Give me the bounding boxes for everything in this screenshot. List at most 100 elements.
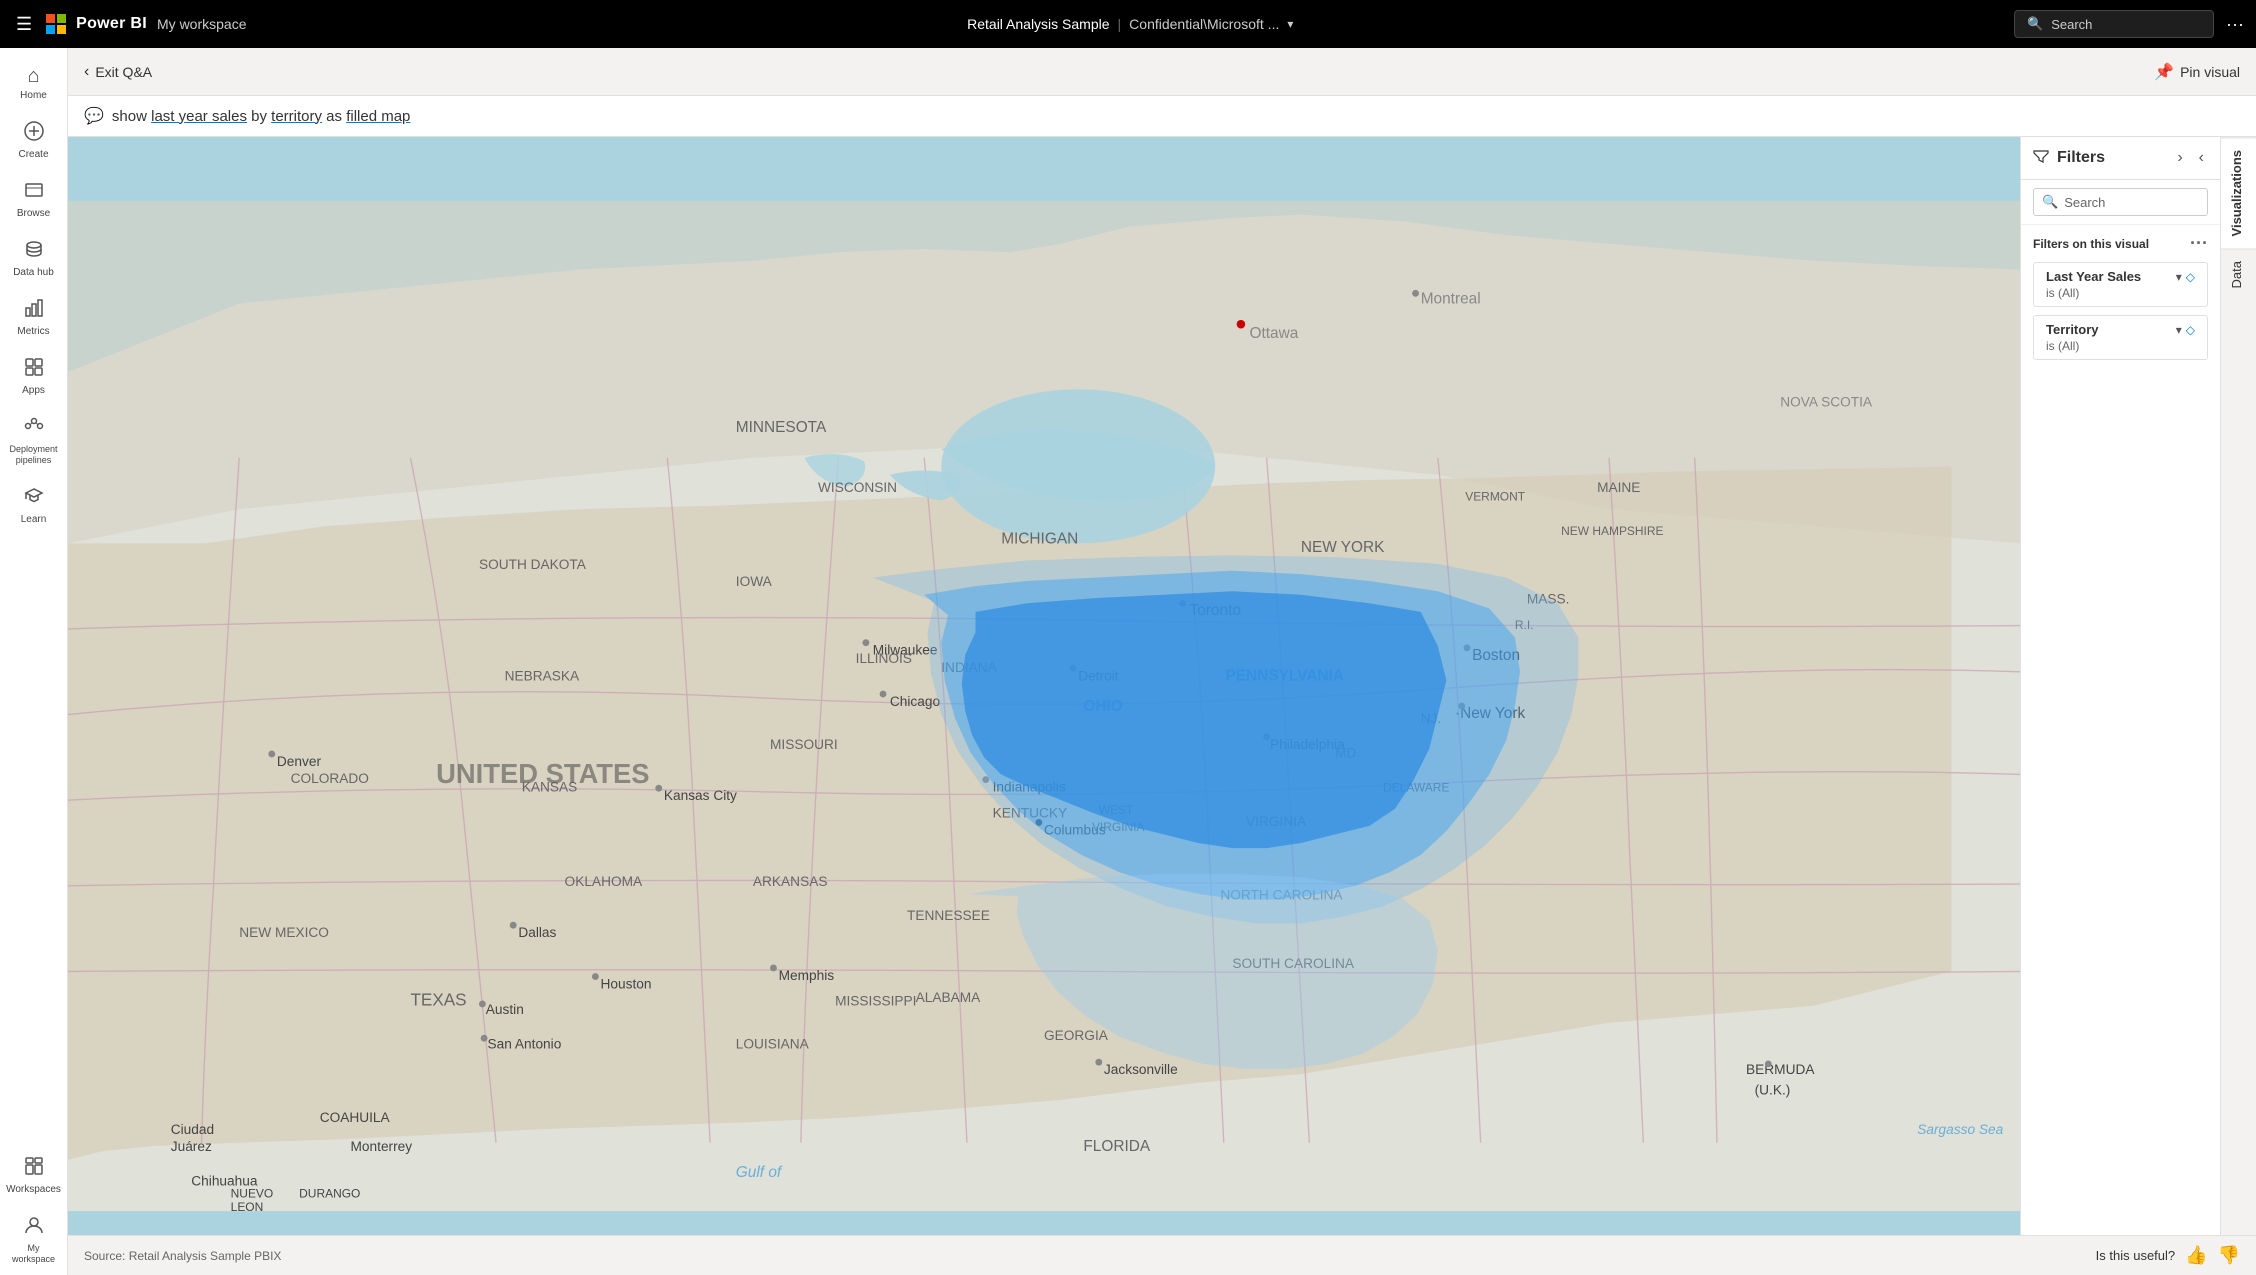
sidebar-item-workspaces[interactable]: Workspaces bbox=[0, 1146, 67, 1205]
filter-item-header-lys[interactable]: Last Year Sales ▾ ◇ bbox=[2046, 269, 2195, 284]
filter-icon bbox=[2033, 148, 2049, 169]
svg-text:TENNESSEE: TENNESSEE bbox=[907, 908, 990, 923]
svg-text:ALABAMA: ALABAMA bbox=[916, 990, 982, 1005]
sidebar-label-apps: Apps bbox=[22, 385, 45, 396]
filters-search-input[interactable]: 🔍 Search bbox=[2033, 188, 2208, 216]
visualizations-tab-label: Visualizations bbox=[2229, 150, 2244, 236]
workspace-label[interactable]: My workspace bbox=[157, 16, 246, 32]
sub-header: ‹ Exit Q&A 📌 Pin visual bbox=[68, 48, 2256, 96]
filter-chevron-lys[interactable]: ▾ bbox=[2176, 270, 2182, 284]
sidebar-item-home[interactable]: ⌂ Home bbox=[0, 56, 67, 111]
nav-left: ☰ Power BI My workspace bbox=[12, 10, 246, 39]
svg-text:(U.K.): (U.K.) bbox=[1755, 1083, 1791, 1098]
filter-value-lys: is (All) bbox=[2046, 286, 2195, 300]
filter-chevron-territory[interactable]: ▾ bbox=[2176, 323, 2182, 337]
qa-highlight-sales: last year sales bbox=[151, 108, 247, 125]
pin-visual-button[interactable]: 📌 Pin visual bbox=[2154, 62, 2240, 82]
filter-clear-lys[interactable]: ◇ bbox=[2186, 270, 2195, 284]
sidebar-item-create[interactable]: Create bbox=[0, 111, 67, 170]
chevron-down-icon[interactable]: ▾ bbox=[1287, 17, 1293, 31]
filters-more-options[interactable]: ··· bbox=[2190, 233, 2208, 254]
svg-text:SOUTH DAKOTA: SOUTH DAKOTA bbox=[479, 557, 587, 572]
apps-icon bbox=[24, 357, 44, 381]
svg-text:TEXAS: TEXAS bbox=[410, 991, 466, 1010]
source-text: Source: Retail Analysis Sample PBIX bbox=[84, 1249, 281, 1263]
qa-bar[interactable]: 💬 show last year sales by territory as f… bbox=[68, 96, 2256, 137]
search-icon: 🔍 bbox=[2042, 194, 2058, 210]
filter-clear-territory[interactable]: ◇ bbox=[2186, 323, 2195, 337]
myworkspace-icon bbox=[24, 1215, 44, 1239]
workspaces-icon bbox=[24, 1156, 44, 1180]
powerbi-label: Power BI bbox=[76, 15, 147, 33]
map-container: MINNESOTA SOUTH DAKOTA NEBRASKA KANSAS C… bbox=[68, 137, 2020, 1275]
svg-text:Chicago: Chicago bbox=[890, 694, 941, 709]
deployment-icon bbox=[24, 416, 44, 440]
svg-text:NUEVO: NUEVO bbox=[231, 1186, 274, 1200]
thumbdown-button[interactable]: 👎 bbox=[2218, 1245, 2240, 1266]
sidebar-item-apps[interactable]: Apps bbox=[0, 347, 67, 406]
data-tab-label: Data bbox=[2229, 261, 2244, 288]
main-content: ‹ Exit Q&A 📌 Pin visual 💬 show last year… bbox=[68, 48, 2256, 1275]
home-icon: ⌂ bbox=[27, 66, 39, 86]
sidebar-item-datahub[interactable]: Data hub bbox=[0, 229, 67, 288]
map-area[interactable]: MINNESOTA SOUTH DAKOTA NEBRASKA KANSAS C… bbox=[68, 137, 2020, 1275]
tab-data[interactable]: Data bbox=[2221, 248, 2256, 300]
pin-icon: 📌 bbox=[2154, 62, 2174, 82]
right-vertical-tabs: Visualizations Data bbox=[2220, 137, 2256, 1275]
sidebar-item-learn[interactable]: Learn bbox=[0, 476, 67, 535]
svg-text:NEBRASKA: NEBRASKA bbox=[505, 668, 580, 683]
metrics-icon bbox=[24, 298, 44, 322]
svg-text:UNITED STATES: UNITED STATES bbox=[436, 758, 649, 789]
sidebar-label-metrics: Metrics bbox=[17, 326, 49, 337]
sidebar-label-workspaces: Workspaces bbox=[6, 1184, 61, 1195]
sidebar-label-datahub: Data hub bbox=[13, 267, 54, 278]
top-navigation: ☰ Power BI My workspace Retail Analysis … bbox=[0, 0, 2256, 48]
svg-text:MISSISSIPPI: MISSISSIPPI bbox=[835, 994, 916, 1009]
svg-text:COAHUILA: COAHUILA bbox=[320, 1110, 391, 1125]
thumbup-button[interactable]: 👍 bbox=[2185, 1245, 2207, 1266]
sidebar-item-metrics[interactable]: Metrics bbox=[0, 288, 67, 347]
expand-panel-button[interactable]: ‹ bbox=[2195, 147, 2208, 169]
filter-item-header-territory[interactable]: Territory ▾ ◇ bbox=[2046, 322, 2195, 337]
collapse-panel-button[interactable]: › bbox=[2173, 147, 2186, 169]
svg-text:MAINE: MAINE bbox=[1597, 480, 1640, 495]
tab-visualizations[interactable]: Visualizations bbox=[2221, 137, 2256, 248]
sidebar-item-browse[interactable]: Browse bbox=[0, 170, 67, 229]
svg-text:Dallas: Dallas bbox=[518, 925, 556, 940]
svg-text:Sargasso Sea: Sargasso Sea bbox=[1917, 1122, 2003, 1137]
more-options-icon[interactable]: ··· bbox=[2226, 14, 2244, 35]
map-svg: MINNESOTA SOUTH DAKOTA NEBRASKA KANSAS C… bbox=[68, 137, 2020, 1275]
svg-text:Memphis: Memphis bbox=[779, 968, 835, 983]
svg-text:MINNESOTA: MINNESOTA bbox=[736, 419, 827, 436]
sidebar-item-deployment[interactable]: Deploymentpipelines bbox=[0, 406, 67, 476]
svg-text:MICHIGAN: MICHIGAN bbox=[1001, 530, 1078, 547]
sidebar-label-myworkspace: Myworkspace bbox=[12, 1243, 55, 1265]
svg-text:NOVA SCOTIA: NOVA SCOTIA bbox=[1780, 394, 1873, 409]
exit-qa-button[interactable]: ‹ Exit Q&A bbox=[84, 63, 152, 81]
svg-text:LOUISIANA: LOUISIANA bbox=[736, 1036, 810, 1051]
search-icon: 🔍 bbox=[2027, 16, 2043, 32]
learn-icon bbox=[24, 486, 44, 510]
filter-actions-territory: ▾ ◇ bbox=[2176, 323, 2195, 337]
svg-text:Denver: Denver bbox=[277, 754, 322, 769]
svg-text:NEW YORK: NEW YORK bbox=[1301, 539, 1385, 556]
panel-actions: › ‹ bbox=[2173, 147, 2208, 169]
qa-highlight-filledmap: filled map bbox=[346, 108, 410, 125]
hamburger-menu-icon[interactable]: ☰ bbox=[12, 10, 36, 39]
sidebar-label-learn: Learn bbox=[21, 514, 47, 525]
qa-highlight-territory: territory bbox=[271, 108, 322, 125]
sidebar-item-myworkspace[interactable]: Myworkspace bbox=[0, 1205, 67, 1275]
sidebar-label-deployment: Deploymentpipelines bbox=[9, 444, 57, 466]
svg-text:Monterrey: Monterrey bbox=[351, 1139, 413, 1154]
svg-text:LEON: LEON bbox=[231, 1200, 264, 1214]
svg-text:Juárez: Juárez bbox=[171, 1139, 212, 1154]
filters-panel: Filters › ‹ 🔍 Search Filters on this vis… bbox=[2020, 137, 2220, 1275]
svg-text:VERMONT: VERMONT bbox=[1465, 490, 1526, 504]
search-box[interactable]: 🔍 Search bbox=[2014, 10, 2214, 38]
svg-text:ARKANSAS: ARKANSAS bbox=[753, 874, 828, 889]
svg-text:Gulf of: Gulf of bbox=[736, 1164, 783, 1181]
bottom-bar: Source: Retail Analysis Sample PBIX Is t… bbox=[68, 1235, 2256, 1275]
svg-text:OKLAHOMA: OKLAHOMA bbox=[565, 874, 643, 889]
nav-right: 🔍 Search ··· bbox=[2014, 10, 2244, 38]
confidential-label: Confidential\Microsoft ... bbox=[1129, 16, 1279, 32]
